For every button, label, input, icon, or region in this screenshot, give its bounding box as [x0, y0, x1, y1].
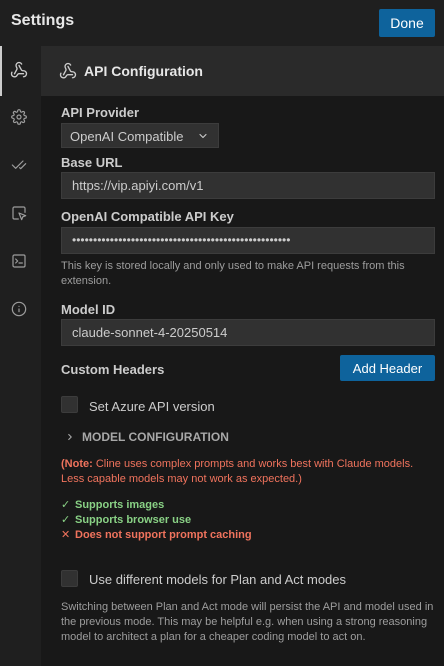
note-prefix: (Note:	[61, 458, 93, 470]
sidebar-item-features[interactable]	[8, 156, 30, 178]
settings-header: Settings Done	[0, 0, 444, 46]
azure-version-checkbox[interactable]	[61, 396, 78, 413]
capability-text: Does not support prompt caching	[75, 528, 252, 541]
azure-version-label: Set Azure API version	[89, 399, 215, 414]
sidebar-active-indicator	[0, 46, 2, 96]
terminal-icon	[11, 253, 27, 274]
plan-act-label: Use different models for Plan and Act mo…	[89, 572, 347, 587]
model-configuration-label: MODEL CONFIGURATION	[82, 430, 229, 444]
section-header: API Configuration	[41, 46, 444, 96]
capability-images: ✓ Supports images	[61, 498, 165, 512]
sidebar-item-terminal[interactable]	[8, 252, 30, 274]
compatibility-note: (Note: Cline uses complex prompts and wo…	[61, 457, 439, 487]
chevron-right-icon	[65, 432, 75, 442]
capability-text: Supports browser use	[75, 513, 192, 526]
api-provider-label: API Provider	[61, 105, 140, 120]
page-title: Settings	[11, 12, 75, 29]
capability-browser-use: ✓ Supports browser use	[61, 513, 192, 527]
capability-prompt-caching: ✕ Does not support prompt caching	[61, 528, 252, 542]
info-icon	[11, 301, 27, 322]
sidebar-item-browser[interactable]	[8, 204, 30, 226]
plan-act-hint: Switching between Plan and Act mode will…	[61, 601, 434, 643]
base-url-input[interactable]: https://vip.apiyi.com/v1	[61, 172, 435, 199]
webhook-icon	[10, 61, 28, 84]
chevron-down-icon	[197, 130, 209, 145]
done-button[interactable]: Done	[379, 9, 435, 37]
model-id-input[interactable]: claude-sonnet-4-20250514	[61, 319, 435, 346]
add-header-button[interactable]: Add Header	[340, 355, 435, 381]
api-key-hint: This key is stored locally and only used…	[61, 260, 405, 287]
gear-icon	[11, 108, 27, 130]
settings-sidebar	[0, 46, 41, 666]
plan-act-checkbox[interactable]	[61, 570, 78, 587]
check-check-icon	[11, 157, 27, 178]
api-key-input[interactable]: ••••••••••••••••••••••••••••••••••••••••…	[61, 227, 435, 254]
api-provider-select[interactable]: OpenAI Compatible	[61, 123, 219, 148]
check-icon: ✓	[61, 499, 71, 511]
check-icon: ✓	[61, 514, 71, 526]
sidebar-item-about[interactable]	[8, 300, 30, 322]
api-provider-value: OpenAI Compatible	[70, 129, 184, 144]
base-url-label: Base URL	[61, 155, 123, 170]
model-id-label: Model ID	[61, 302, 116, 317]
sidebar-item-general[interactable]	[8, 108, 30, 130]
model-configuration-toggle[interactable]: MODEL CONFIGURATION	[65, 428, 229, 446]
sidebar-item-api[interactable]	[8, 61, 30, 83]
capability-text: Supports images	[75, 498, 165, 511]
note-text: Cline uses complex prompts and works bes…	[61, 458, 414, 485]
custom-headers-label: Custom Headers	[61, 362, 165, 377]
square-pointer-icon	[11, 205, 27, 226]
webhook-icon	[59, 62, 77, 85]
section-title: API Configuration	[84, 63, 203, 79]
api-key-label: OpenAI Compatible API Key	[61, 209, 234, 224]
x-icon: ✕	[61, 529, 71, 541]
